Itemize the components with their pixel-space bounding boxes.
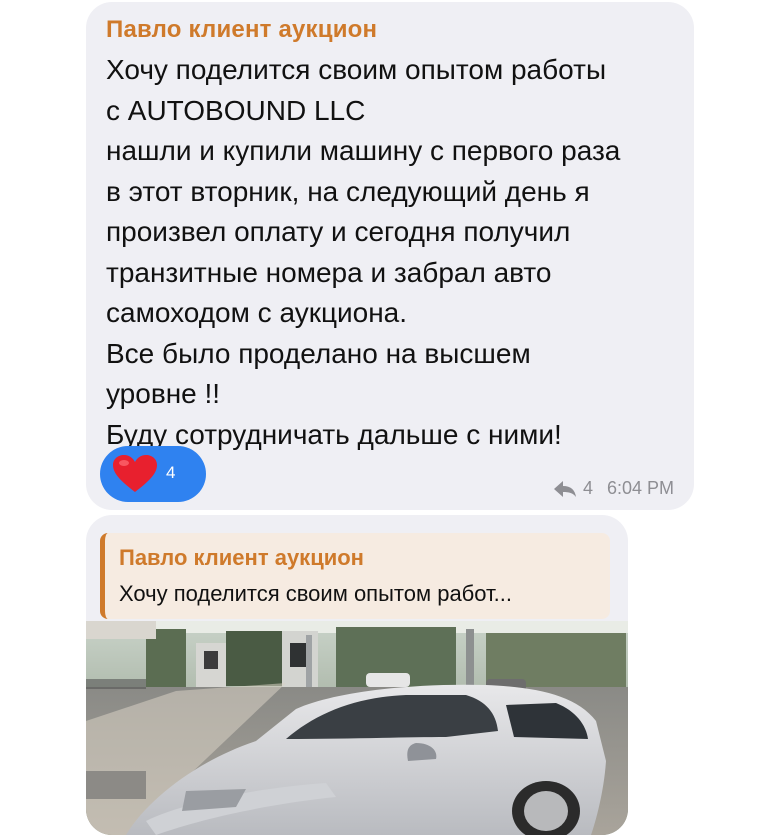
car-photo[interactable] (86, 621, 628, 835)
message-line: Все было проделано на высшем (106, 337, 531, 369)
sender-name[interactable]: Павло клиент аукцион (106, 16, 377, 44)
forward-count: 4 (582, 478, 593, 498)
forward-icon (553, 480, 576, 497)
message-line: Хочу поделится своим опытом работы (106, 54, 607, 85)
message-line: транзитные номера и забрал авто (106, 256, 552, 288)
message-line: в этот вторник, на следующий день я (106, 175, 590, 207)
message-text: Хочу поделится своим опытом работы с AUT… (106, 50, 686, 455)
message-bubble[interactable]: Павло клиент аукцион Хочу поделится свои… (86, 2, 694, 510)
reply-text: Хочу поделится своим опытом работ... (119, 581, 513, 606)
photo-message-bubble[interactable]: Павло клиент аукцион Хочу поделится свои… (86, 515, 628, 835)
message-line: самоходом с аукциона. (106, 297, 408, 328)
reply-quote[interactable]: Павло клиент аукцион Хочу поделится свои… (100, 533, 610, 619)
message-meta: 4 6:04 PM (553, 478, 674, 499)
heart-icon (113, 455, 157, 492)
message-line: Буду сотрудничать дальше с ними! (106, 418, 562, 450)
message-line: с AUTOBOUND LLC (106, 94, 366, 126)
reply-sender: Павло клиент аукцион (119, 545, 364, 570)
message-time: 6:04 PM (606, 478, 674, 498)
reaction-button[interactable]: 4 (100, 446, 206, 502)
message-line: нашли и купили машину с первого раза (106, 135, 621, 166)
message-line: уровне !! (106, 378, 221, 409)
reaction-count: 4 (166, 463, 176, 482)
message-line: произвел оплату и сегодня получил (106, 216, 571, 247)
